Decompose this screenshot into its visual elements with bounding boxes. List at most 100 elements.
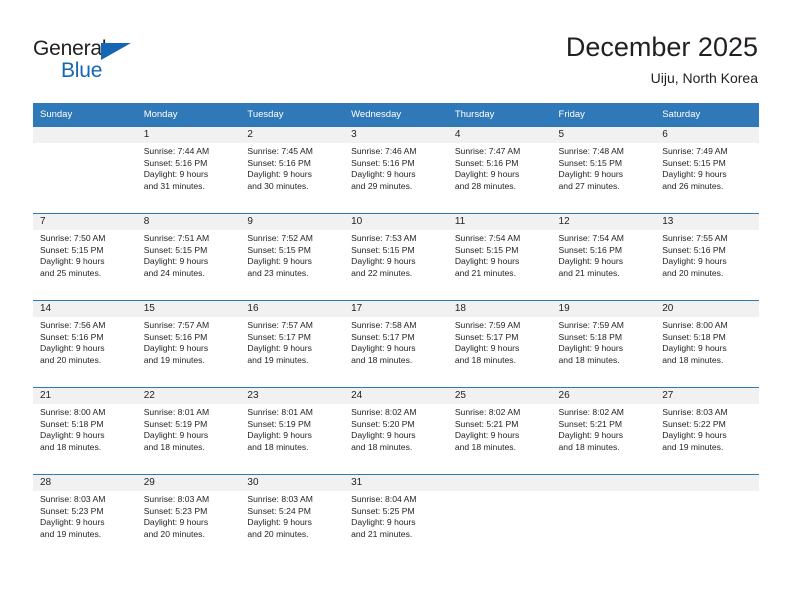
- daylight-text-line2: and 30 minutes.: [247, 180, 309, 191]
- sunset-text: Sunset: 5:15 PM: [662, 157, 726, 168]
- week-row: 21 Sunrise: 8:00 AM Sunset: 5:18 PM Dayl…: [33, 387, 759, 475]
- day-number: 7: [33, 214, 137, 230]
- logo-text-blue: Blue: [61, 59, 103, 82]
- weekday-header-saturday: Saturday: [655, 103, 759, 127]
- sunset-text: Sunset: 5:15 PM: [247, 244, 311, 255]
- day-cell[interactable]: 10 Sunrise: 7:53 AM Sunset: 5:15 PM Dayl…: [344, 213, 448, 301]
- daylight-text-line1: Daylight: 9 hours: [351, 430, 416, 441]
- week-row: 7 Sunrise: 7:50 AM Sunset: 5:15 PM Dayli…: [33, 213, 759, 301]
- daylight-text-line1: Daylight: 9 hours: [247, 169, 312, 180]
- day-details: Sunrise: 7:59 AM Sunset: 5:18 PM Dayligh…: [552, 317, 656, 366]
- day-cell[interactable]: [551, 474, 656, 561]
- day-cell[interactable]: 12 Sunrise: 7:54 AM Sunset: 5:16 PM Dayl…: [551, 213, 656, 301]
- daylight-text-line2: and 20 minutes.: [40, 354, 102, 365]
- day-cell[interactable]: 5 Sunrise: 7:48 AM Sunset: 5:15 PM Dayli…: [551, 126, 656, 214]
- day-cell[interactable]: 31 Sunrise: 8:04 AM Sunset: 5:25 PM Dayl…: [344, 474, 448, 561]
- daylight-text-line2: and 19 minutes.: [247, 354, 309, 365]
- day-details: Sunrise: 8:04 AM Sunset: 5:25 PM Dayligh…: [344, 491, 448, 540]
- day-cell[interactable]: 30 Sunrise: 8:03 AM Sunset: 5:24 PM Dayl…: [240, 474, 345, 561]
- sunset-text: Sunset: 5:17 PM: [351, 331, 415, 342]
- day-number: 4: [447, 127, 552, 143]
- day-cell[interactable]: 24 Sunrise: 8:02 AM Sunset: 5:20 PM Dayl…: [344, 387, 448, 475]
- daylight-text-line2: and 21 minutes.: [454, 267, 516, 278]
- sunset-text: Sunset: 5:15 PM: [40, 244, 104, 255]
- day-cell[interactable]: 9 Sunrise: 7:52 AM Sunset: 5:15 PM Dayli…: [240, 213, 345, 301]
- day-number: 23: [240, 388, 345, 404]
- sunrise-text: Sunrise: 8:02 AM: [351, 407, 417, 417]
- day-number: 20: [655, 301, 759, 317]
- day-number: 21: [33, 388, 137, 404]
- day-cell[interactable]: 21 Sunrise: 8:00 AM Sunset: 5:18 PM Dayl…: [33, 387, 137, 475]
- day-details: Sunrise: 7:50 AM Sunset: 5:15 PM Dayligh…: [33, 230, 137, 279]
- page-header: General Blue December 2025 Uiju, North K…: [0, 0, 792, 100]
- day-cell[interactable]: 1 Sunrise: 7:44 AM Sunset: 5:16 PM Dayli…: [136, 126, 241, 214]
- day-cell[interactable]: 14 Sunrise: 7:56 AM Sunset: 5:16 PM Dayl…: [33, 300, 137, 388]
- weekday-header-row: Sunday Monday Tuesday Wednesday Thursday…: [33, 103, 759, 127]
- general-blue-logo[interactable]: General Blue: [33, 37, 153, 83]
- daylight-text-line2: and 25 minutes.: [40, 267, 102, 278]
- weekday-header-thursday: Thursday: [447, 103, 552, 127]
- day-number: 6: [655, 127, 759, 143]
- sunrise-text: Sunrise: 7:57 AM: [143, 320, 210, 330]
- day-cell[interactable]: 19 Sunrise: 7:59 AM Sunset: 5:18 PM Dayl…: [551, 300, 656, 388]
- daylight-text-line1: Daylight: 9 hours: [40, 343, 105, 354]
- sunrise-text: Sunrise: 7:55 AM: [662, 233, 728, 243]
- weekday-header-friday: Friday: [551, 103, 656, 127]
- daylight-text-line2: and 26 minutes.: [662, 180, 724, 191]
- daylight-text-line2: and 19 minutes.: [143, 354, 205, 365]
- day-cell[interactable]: 25 Sunrise: 8:02 AM Sunset: 5:21 PM Dayl…: [447, 387, 552, 475]
- day-cell[interactable]: 15 Sunrise: 7:57 AM Sunset: 5:16 PM Dayl…: [136, 300, 241, 388]
- day-cell[interactable]: 20 Sunrise: 8:00 AM Sunset: 5:18 PM Dayl…: [655, 300, 759, 388]
- day-number: 14: [33, 301, 137, 317]
- sunset-text: Sunset: 5:16 PM: [558, 244, 623, 255]
- daylight-text-line2: and 31 minutes.: [143, 180, 205, 191]
- daylight-text-line1: Daylight: 9 hours: [143, 343, 209, 354]
- day-cell[interactable]: 28 Sunrise: 8:03 AM Sunset: 5:23 PM Dayl…: [33, 474, 137, 561]
- day-cell[interactable]: 22 Sunrise: 8:01 AM Sunset: 5:19 PM Dayl…: [136, 387, 241, 475]
- sunset-text: Sunset: 5:16 PM: [662, 244, 726, 255]
- day-cell[interactable]: 7 Sunrise: 7:50 AM Sunset: 5:15 PM Dayli…: [33, 213, 137, 301]
- day-number: 30: [240, 475, 345, 491]
- day-cell[interactable]: 23 Sunrise: 8:01 AM Sunset: 5:19 PM Dayl…: [240, 387, 345, 475]
- day-cell[interactable]: 16 Sunrise: 7:57 AM Sunset: 5:17 PM Dayl…: [240, 300, 345, 388]
- day-details: Sunrise: 8:03 AM Sunset: 5:23 PM Dayligh…: [137, 491, 241, 540]
- day-cell[interactable]: [655, 474, 759, 561]
- sunset-text: Sunset: 5:18 PM: [662, 331, 726, 342]
- day-cell[interactable]: 8 Sunrise: 7:51 AM Sunset: 5:15 PM Dayli…: [136, 213, 241, 301]
- week-row: 1 Sunrise: 7:44 AM Sunset: 5:16 PM Dayli…: [33, 126, 759, 214]
- day-number: 24: [344, 388, 448, 404]
- sunset-text: Sunset: 5:19 PM: [247, 418, 311, 429]
- day-cell[interactable]: 29 Sunrise: 8:03 AM Sunset: 5:23 PM Dayl…: [136, 474, 241, 561]
- day-number: 8: [136, 214, 241, 230]
- sunrise-text: Sunrise: 7:59 AM: [558, 320, 624, 330]
- day-cell[interactable]: [447, 474, 552, 561]
- title-block: December 2025 Uiju, North Korea: [566, 30, 758, 88]
- daylight-text-line2: and 23 minutes.: [247, 267, 309, 278]
- page-subtitle: Uiju, North Korea: [650, 70, 758, 86]
- day-cell[interactable]: 13 Sunrise: 7:55 AM Sunset: 5:16 PM Dayl…: [655, 213, 759, 301]
- day-cell[interactable]: 6 Sunrise: 7:49 AM Sunset: 5:15 PM Dayli…: [655, 126, 759, 214]
- day-details: Sunrise: 8:00 AM Sunset: 5:18 PM Dayligh…: [33, 404, 137, 453]
- sunset-text: Sunset: 5:20 PM: [351, 418, 415, 429]
- sunrise-text: Sunrise: 7:49 AM: [662, 146, 728, 156]
- day-cell[interactable]: 17 Sunrise: 7:58 AM Sunset: 5:17 PM Dayl…: [344, 300, 448, 388]
- day-details: [552, 491, 656, 494]
- day-cell[interactable]: 26 Sunrise: 8:02 AM Sunset: 5:21 PM Dayl…: [551, 387, 656, 475]
- daylight-text-line2: and 22 minutes.: [351, 267, 413, 278]
- day-details: Sunrise: 7:58 AM Sunset: 5:17 PM Dayligh…: [344, 317, 448, 366]
- sunset-text: Sunset: 5:17 PM: [247, 331, 311, 342]
- day-details: Sunrise: 7:57 AM Sunset: 5:16 PM Dayligh…: [137, 317, 241, 366]
- day-cell[interactable]: 4 Sunrise: 7:47 AM Sunset: 5:16 PM Dayli…: [447, 126, 552, 214]
- day-number: [551, 475, 656, 491]
- daylight-text-line1: Daylight: 9 hours: [143, 256, 209, 267]
- day-cell[interactable]: 11 Sunrise: 7:54 AM Sunset: 5:15 PM Dayl…: [447, 213, 552, 301]
- daylight-text-line1: Daylight: 9 hours: [662, 169, 727, 180]
- day-cell[interactable]: 2 Sunrise: 7:45 AM Sunset: 5:16 PM Dayli…: [240, 126, 345, 214]
- day-cell[interactable]: 27 Sunrise: 8:03 AM Sunset: 5:22 PM Dayl…: [655, 387, 759, 475]
- day-cell[interactable]: [33, 126, 137, 214]
- day-cell[interactable]: 18 Sunrise: 7:59 AM Sunset: 5:17 PM Dayl…: [447, 300, 552, 388]
- day-number: 27: [655, 388, 759, 404]
- day-details: Sunrise: 7:48 AM Sunset: 5:15 PM Dayligh…: [552, 143, 656, 192]
- day-cell[interactable]: 3 Sunrise: 7:46 AM Sunset: 5:16 PM Dayli…: [344, 126, 448, 214]
- sunrise-text: Sunrise: 7:50 AM: [40, 233, 106, 243]
